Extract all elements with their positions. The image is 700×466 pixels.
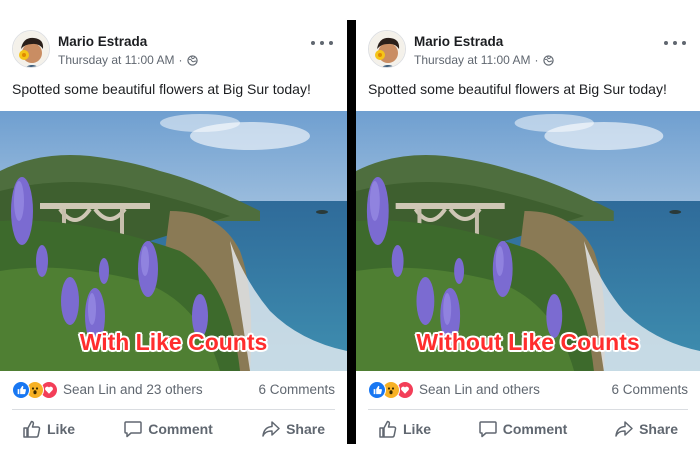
like-reaction-icon: [368, 381, 386, 399]
globe-icon[interactable]: [186, 54, 198, 66]
post-header: Mario Estrada Thursday at 11:00 AM ·: [368, 30, 688, 70]
reaction-icons[interactable]: [12, 381, 60, 399]
comment-bubble-icon: [478, 419, 498, 439]
post-header: Mario Estrada Thursday at 11:00 AM ·: [12, 30, 335, 70]
like-reaction-icon: [12, 381, 30, 399]
action-bar: Like Comment Share: [12, 416, 335, 442]
reactions-bar: Sean Lin and others 6 Comments: [368, 380, 688, 400]
post-photo[interactable]: Without Like Counts: [356, 111, 700, 371]
reactions-summary[interactable]: Sean Lin and 23 others: [63, 382, 203, 397]
comparison-divider: [347, 20, 356, 444]
like-button[interactable]: Like: [12, 416, 85, 442]
author-name[interactable]: Mario Estrada: [58, 34, 147, 49]
more-options-icon[interactable]: [311, 36, 333, 50]
post-meta: Thursday at 11:00 AM ·: [58, 53, 198, 67]
divider-line: [12, 409, 335, 410]
post-with-like-counts: Mario Estrada Thursday at 11:00 AM · Spo…: [0, 0, 347, 466]
reaction-icons[interactable]: [368, 381, 416, 399]
post-caption: Spotted some beautiful flowers at Big Su…: [368, 81, 667, 97]
comments-count[interactable]: 6 Comments: [611, 382, 688, 397]
comment-label: Comment: [502, 421, 568, 437]
post-timestamp[interactable]: Thursday at 11:00 AM: [414, 53, 531, 67]
reactions-summary[interactable]: Sean Lin and others: [419, 382, 540, 397]
like-button[interactable]: Like: [368, 416, 441, 442]
thumbs-up-icon: [378, 419, 398, 439]
post-photo[interactable]: With Like Counts: [0, 111, 347, 371]
post-without-like-counts: Mario Estrada Thursday at 11:00 AM · Spo…: [356, 0, 700, 466]
comments-count[interactable]: 6 Comments: [258, 382, 335, 397]
like-label: Like: [47, 421, 76, 437]
post-timestamp[interactable]: Thursday at 11:00 AM: [58, 53, 175, 67]
share-arrow-icon: [261, 419, 281, 439]
action-bar: Like Comment Share: [368, 416, 688, 442]
share-arrow-icon: [614, 419, 634, 439]
comment-label: Comment: [148, 421, 213, 437]
comment-button[interactable]: Comment: [468, 416, 578, 442]
comment-bubble-icon: [123, 419, 143, 439]
like-label: Like: [403, 421, 432, 437]
reactions-bar: Sean Lin and 23 others 6 Comments: [12, 380, 335, 400]
author-name[interactable]: Mario Estrada: [414, 34, 503, 49]
comment-button[interactable]: Comment: [113, 416, 223, 442]
more-options-icon[interactable]: [664, 36, 686, 50]
globe-icon[interactable]: [542, 54, 554, 66]
share-button[interactable]: Share: [604, 416, 688, 442]
post-meta: Thursday at 11:00 AM ·: [414, 53, 554, 67]
share-label: Share: [286, 421, 325, 437]
meta-separator: ·: [534, 53, 539, 67]
overlay-label: Without Like Counts: [416, 329, 640, 355]
divider-line: [368, 409, 688, 410]
share-label: Share: [639, 421, 678, 437]
share-button[interactable]: Share: [251, 416, 335, 442]
post-caption: Spotted some beautiful flowers at Big Su…: [12, 81, 311, 97]
avatar[interactable]: [12, 30, 50, 68]
avatar[interactable]: [368, 30, 406, 68]
meta-separator: ·: [178, 53, 183, 67]
overlay-label: With Like Counts: [79, 329, 268, 355]
thumbs-up-icon: [22, 419, 42, 439]
